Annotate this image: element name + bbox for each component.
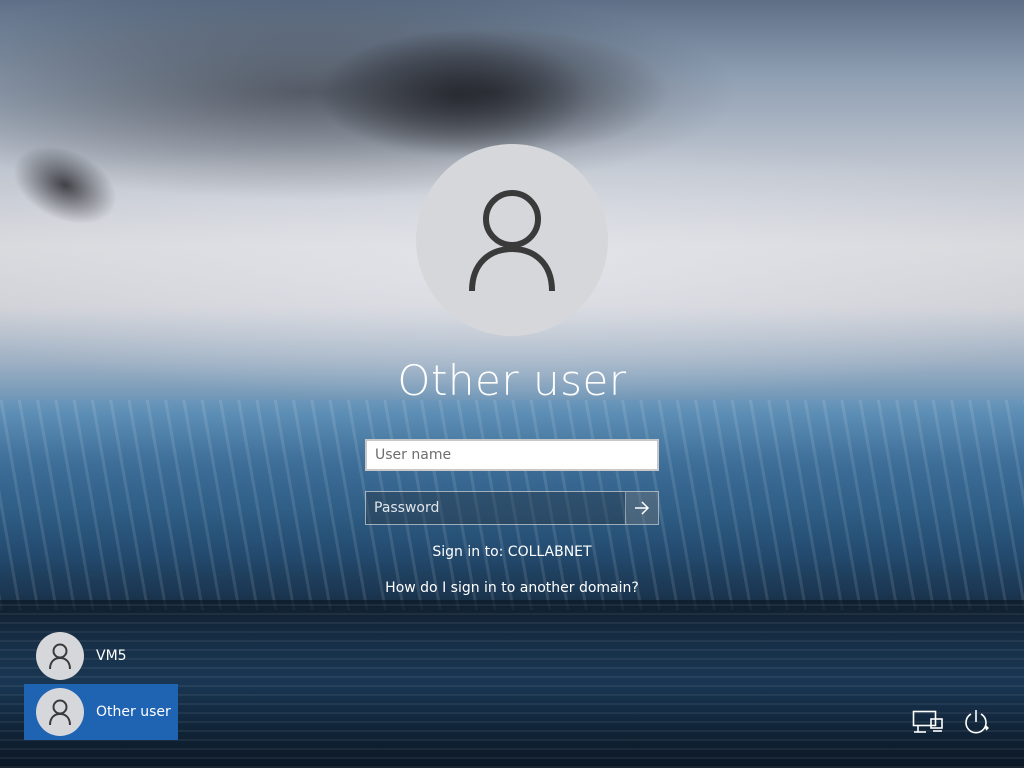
password-input[interactable] xyxy=(366,492,625,524)
network-icon xyxy=(912,710,943,733)
network-button[interactable] xyxy=(912,708,944,736)
user-tile-vm5[interactable]: VM5 xyxy=(24,628,178,684)
avatar xyxy=(36,632,84,680)
user-avatar-large xyxy=(416,144,608,336)
user-tile-label: Other user xyxy=(96,704,171,720)
user-tile-other-user[interactable]: Other user xyxy=(24,684,178,740)
power-button[interactable] xyxy=(960,708,992,736)
power-icon xyxy=(965,710,989,734)
background-rock xyxy=(320,30,590,160)
page-title: Other user xyxy=(397,356,627,405)
password-field-group xyxy=(365,491,659,525)
user-silhouette-icon xyxy=(49,699,71,726)
user-silhouette-icon xyxy=(469,190,555,292)
sign-in-domain-text: Sign in to: COLLABNET xyxy=(432,544,592,560)
user-silhouette-icon xyxy=(49,643,71,670)
avatar xyxy=(36,688,84,736)
another-domain-link[interactable]: How do I sign in to another domain? xyxy=(312,580,712,596)
user-tile-label: VM5 xyxy=(96,648,127,664)
arrow-right-icon xyxy=(635,501,650,515)
username-input[interactable] xyxy=(365,439,659,471)
background-rock xyxy=(0,130,130,240)
submit-button[interactable] xyxy=(625,492,658,524)
